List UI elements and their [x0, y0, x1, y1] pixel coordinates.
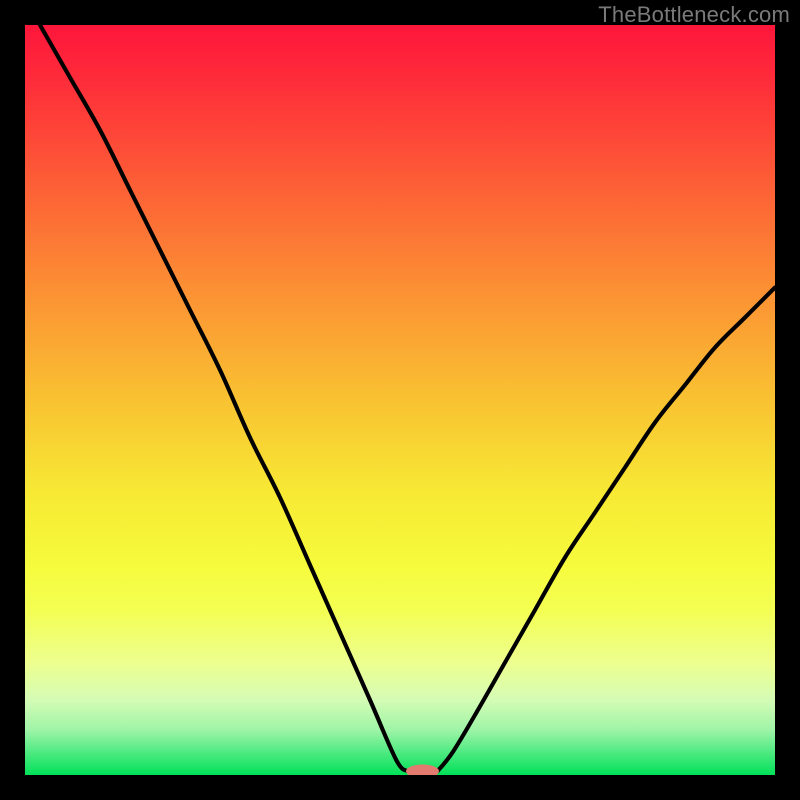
- gradient-background: [25, 25, 775, 775]
- bottleneck-chart: [25, 25, 775, 775]
- frame: TheBottleneck.com: [0, 0, 800, 800]
